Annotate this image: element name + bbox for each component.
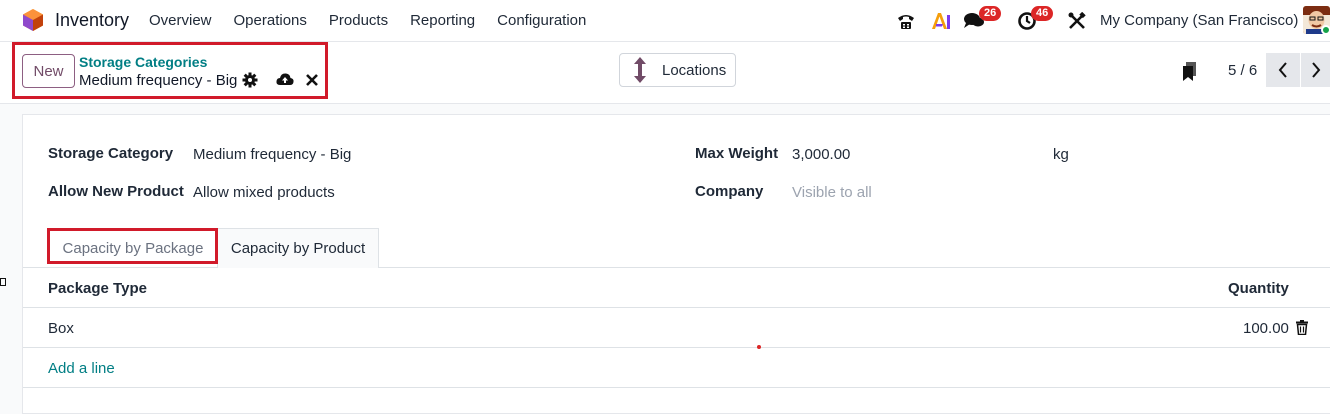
company-switcher[interactable]: My Company (San Francisco) bbox=[1100, 12, 1298, 29]
menu-products[interactable]: Products bbox=[329, 12, 388, 29]
add-a-line-link[interactable]: Add a line bbox=[48, 360, 115, 377]
chevron-right-icon bbox=[1311, 62, 1320, 78]
record-name: Medium frequency - Big bbox=[79, 72, 238, 89]
app-name[interactable]: Inventory bbox=[55, 10, 129, 31]
allow-new-product-label: Allow New Product bbox=[48, 183, 184, 200]
discard-close-icon[interactable] bbox=[306, 74, 318, 86]
pager-next-button[interactable] bbox=[1301, 53, 1330, 87]
tools-icon[interactable] bbox=[1066, 10, 1088, 32]
form-sheet: Storage Category Medium frequency - Big … bbox=[22, 114, 1330, 414]
tab-capacity-by-product[interactable]: Capacity by Product bbox=[217, 228, 379, 268]
add-line-row: Add a line bbox=[23, 348, 1330, 388]
menu-reporting[interactable]: Reporting bbox=[410, 12, 475, 29]
col-package-type[interactable]: Package Type bbox=[48, 280, 147, 297]
highlight-box-tab bbox=[47, 228, 218, 264]
save-cloud-icon[interactable] bbox=[276, 72, 294, 88]
trash-icon[interactable] bbox=[1296, 320, 1308, 335]
company-field[interactable]: Visible to all bbox=[792, 184, 872, 201]
cursor-dot bbox=[757, 345, 761, 349]
storage-category-label: Storage Category bbox=[48, 145, 174, 162]
inventory-app-icon[interactable] bbox=[22, 8, 44, 32]
locations-label: Locations bbox=[662, 61, 727, 79]
max-weight-label: Max Weight bbox=[695, 145, 779, 162]
table-header: Package Type Quantity bbox=[23, 268, 1330, 308]
max-weight-unit: kg bbox=[1053, 146, 1069, 163]
gear-icon[interactable] bbox=[242, 72, 258, 88]
locations-smart-button[interactable]: Locations bbox=[619, 53, 736, 87]
chevron-left-icon bbox=[1278, 62, 1287, 78]
messages-badge: 26 bbox=[979, 6, 1002, 21]
arrows-vertical-icon bbox=[634, 57, 646, 83]
bookmark-icon[interactable] bbox=[1182, 62, 1198, 82]
pager-previous-button[interactable] bbox=[1266, 53, 1300, 87]
activities-badge: 46 bbox=[1031, 6, 1054, 21]
main-menu: Overview Operations Products Reporting C… bbox=[149, 12, 608, 29]
pager-value[interactable]: 5 / 6 bbox=[1228, 62, 1257, 79]
allow-new-product-field[interactable]: Allow mixed products bbox=[193, 184, 335, 201]
table-row[interactable]: Box 100.00 bbox=[23, 308, 1330, 348]
row-quantity[interactable]: 100.00 bbox=[1243, 320, 1289, 337]
phone-icon[interactable] bbox=[895, 10, 917, 32]
max-weight-field[interactable]: 3,000.00 bbox=[792, 146, 850, 163]
storage-category-field[interactable]: Medium frequency - Big bbox=[193, 146, 351, 163]
menu-operations[interactable]: Operations bbox=[234, 12, 307, 29]
ai-icon[interactable] bbox=[930, 10, 952, 32]
online-status-icon bbox=[1321, 25, 1330, 35]
col-quantity[interactable]: Quantity bbox=[1228, 280, 1289, 297]
left-edge-marker bbox=[0, 278, 6, 286]
top-navbar: Inventory Overview Operations Products R… bbox=[0, 0, 1330, 42]
company-label: Company bbox=[695, 183, 764, 200]
menu-configuration[interactable]: Configuration bbox=[497, 12, 586, 29]
notebook-tabs: Capacity by Package Capacity by Product bbox=[23, 228, 1330, 268]
menu-overview[interactable]: Overview bbox=[149, 12, 212, 29]
control-panel: New Storage Categories Medium frequency … bbox=[0, 42, 1330, 104]
row-package-type[interactable]: Box bbox=[48, 320, 74, 337]
new-button[interactable]: New bbox=[22, 54, 75, 88]
breadcrumb-storage-categories[interactable]: Storage Categories bbox=[79, 54, 207, 70]
